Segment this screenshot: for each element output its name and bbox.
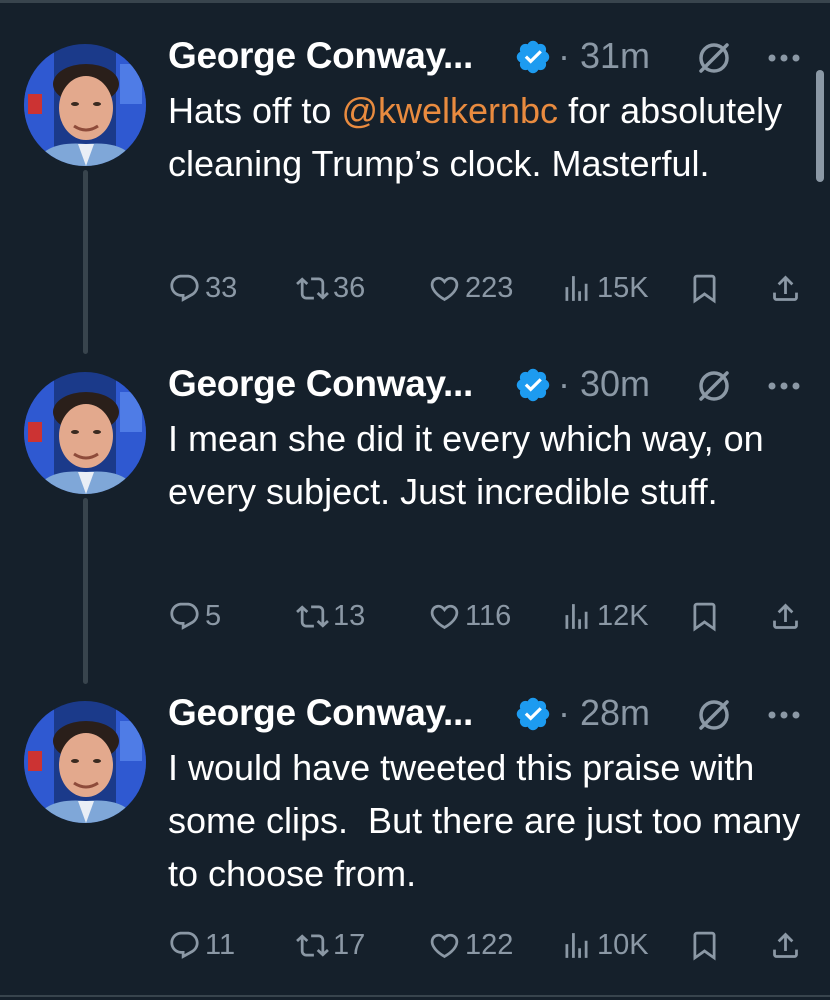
bookmark-icon <box>693 931 716 961</box>
tweet-text-part: I would have tweeted this praise with so… <box>168 747 811 894</box>
share-icon <box>773 932 798 958</box>
tweet-text-part: Hats off to <box>168 90 342 131</box>
tweet-header: George Conway... · 30m <box>168 362 808 406</box>
views-count: 10K <box>597 928 649 961</box>
more-icon[interactable] <box>764 38 804 78</box>
views-icon <box>565 603 588 629</box>
verified-badge-icon <box>514 366 552 404</box>
views-count: 15K <box>597 271 649 304</box>
like-button[interactable]: 122 <box>428 925 513 965</box>
views-count: 12K <box>597 599 649 632</box>
tweet-timestamp[interactable]: · 30m <box>558 362 650 406</box>
like-icon <box>430 933 459 958</box>
avatar[interactable] <box>24 44 146 166</box>
grok-icon[interactable] <box>694 695 734 735</box>
tweet-actions: 11 17 122 10K <box>168 925 808 965</box>
author-name[interactable]: George Conway... <box>168 362 473 406</box>
reply-count: 11 <box>205 928 236 961</box>
time-value: 28m <box>580 692 651 733</box>
retweet-count: 36 <box>333 271 366 304</box>
bookmark-button[interactable] <box>688 268 721 308</box>
verified-badge-icon <box>514 695 552 733</box>
like-icon <box>430 604 459 629</box>
reply-icon <box>170 931 199 959</box>
more-icon[interactable] <box>764 366 804 406</box>
mention-link[interactable]: @kwelkernbc <box>341 90 558 131</box>
tweet-text: Hats off to @kwelkernbc for absolutely c… <box>168 84 813 190</box>
like-button[interactable]: 223 <box>428 268 513 308</box>
tweet[interactable]: George Conway... · 31m Hats off to @kwel… <box>0 0 830 320</box>
reply-count: 33 <box>205 271 238 304</box>
reply-count: 5 <box>205 599 222 632</box>
views-button[interactable]: 10K <box>560 925 649 965</box>
views-button[interactable]: 12K <box>560 596 649 636</box>
share-icon <box>773 603 798 629</box>
author-name[interactable]: George Conway... <box>168 34 473 78</box>
like-icon <box>430 276 459 301</box>
reply-button[interactable]: 5 <box>168 596 221 636</box>
retweet-icon <box>296 933 329 957</box>
share-button[interactable] <box>769 596 802 636</box>
share-button[interactable] <box>769 925 802 965</box>
tweet[interactable]: George Conway... · 30m I mean she did it… <box>0 328 830 648</box>
retweet-icon <box>296 604 329 628</box>
reply-icon <box>170 274 199 302</box>
like-count: 122 <box>465 928 514 961</box>
views-button[interactable]: 15K <box>560 268 649 308</box>
share-button[interactable] <box>769 268 802 308</box>
like-count: 116 <box>465 599 512 632</box>
like-button[interactable]: 116 <box>428 596 511 636</box>
retweet-count: 17 <box>333 928 366 961</box>
tweet-text-part: I mean she did it every which way, on ev… <box>168 418 774 512</box>
tweet-header: George Conway... · 28m <box>168 691 808 735</box>
bookmark-icon <box>693 602 716 632</box>
tweet-header: George Conway... · 31m <box>168 34 808 78</box>
retweet-count: 13 <box>333 599 366 632</box>
tweet-timestamp[interactable]: · 28m <box>558 691 650 735</box>
tweet-actions: 33 36 223 15K <box>168 268 808 308</box>
like-count: 223 <box>465 271 514 304</box>
reply-button[interactable]: 11 <box>168 925 235 965</box>
retweet-button[interactable]: 36 <box>296 268 365 308</box>
views-icon <box>565 275 588 301</box>
grok-icon[interactable] <box>694 366 734 406</box>
grok-icon[interactable] <box>694 38 734 78</box>
views-icon <box>565 932 588 958</box>
avatar[interactable] <box>24 372 146 494</box>
share-icon <box>773 275 798 301</box>
reply-icon <box>170 602 199 630</box>
bookmark-button[interactable] <box>688 925 721 965</box>
retweet-button[interactable]: 17 <box>296 925 365 965</box>
tweet-text: I mean she did it every which way, on ev… <box>168 412 813 518</box>
tweet-text: I would have tweeted this praise with so… <box>168 741 813 900</box>
bookmark-button[interactable] <box>688 596 721 636</box>
time-value: 31m <box>580 35 651 76</box>
tweet-actions: 5 13 116 12K <box>168 596 808 636</box>
tweet[interactable]: George Conway... · 28m I would have twee… <box>0 657 830 977</box>
time-value: 30m <box>580 363 651 404</box>
avatar[interactable] <box>24 701 146 823</box>
reply-button[interactable]: 33 <box>168 268 237 308</box>
bottom-divider <box>0 995 830 997</box>
tweet-timestamp[interactable]: · 31m <box>558 34 650 78</box>
verified-badge-icon <box>514 38 552 76</box>
author-name[interactable]: George Conway... <box>168 691 473 735</box>
retweet-button[interactable]: 13 <box>296 596 365 636</box>
retweet-icon <box>296 276 329 300</box>
more-icon[interactable] <box>764 695 804 735</box>
bookmark-icon <box>693 274 716 304</box>
